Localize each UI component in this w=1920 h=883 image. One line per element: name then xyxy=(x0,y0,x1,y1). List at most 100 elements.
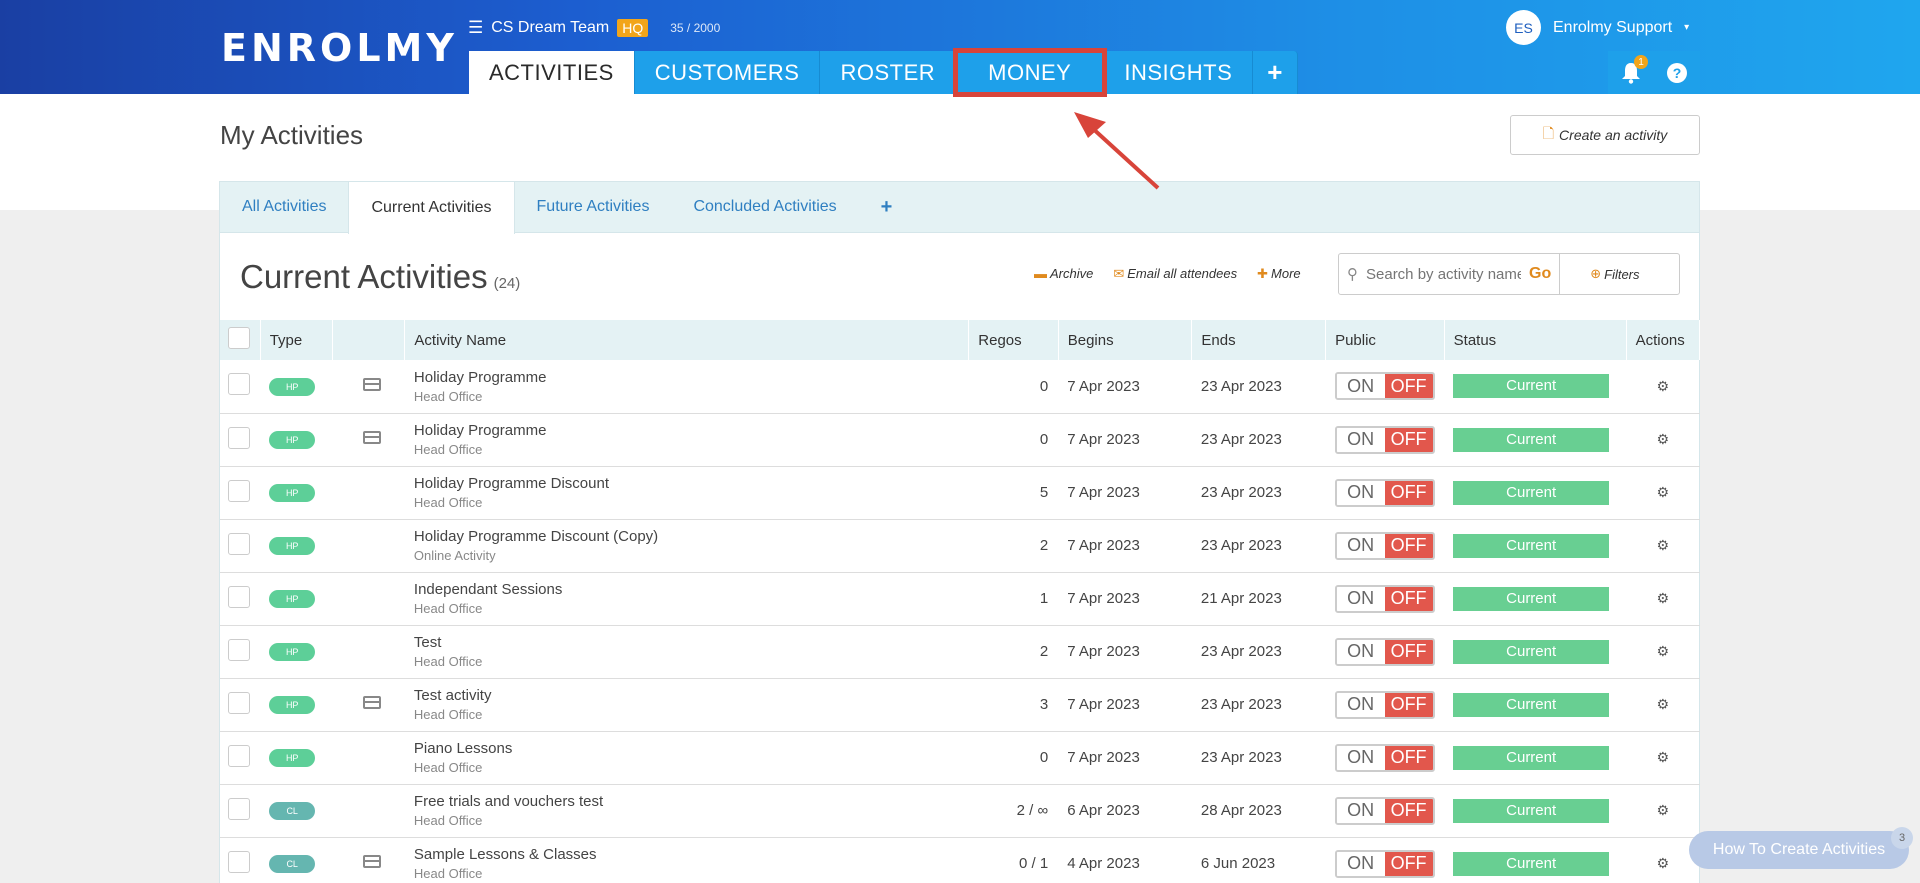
row-checkbox[interactable] xyxy=(228,532,250,555)
table-row[interactable]: HP Holiday Programme Head Office 0 7 Apr 202… xyxy=(220,360,1700,414)
subtab-all-activities[interactable]: All Activities xyxy=(220,182,348,232)
toggle-on-label[interactable]: ON xyxy=(1336,427,1385,452)
toggle-on-label[interactable]: ON xyxy=(1336,480,1385,505)
public-toggle[interactable]: ON OFF xyxy=(1334,796,1435,825)
tab-insights[interactable]: INSIGHTS xyxy=(1104,51,1254,94)
toggle-on-label[interactable]: ON xyxy=(1336,851,1385,876)
toggle-on-label[interactable]: ON xyxy=(1336,586,1385,611)
public-toggle[interactable]: ON OFF xyxy=(1334,743,1435,772)
toggle-on-label[interactable]: ON xyxy=(1336,639,1385,664)
gear-icon[interactable]: ⚙ xyxy=(1657,537,1670,553)
table-row[interactable]: HP Test Head Office 2 7 Apr 2023 23 Apr 2023 O… xyxy=(220,625,1700,679)
row-checkbox[interactable] xyxy=(228,744,250,767)
activity-name-link[interactable]: Holiday Programme xyxy=(414,422,960,439)
gear-icon[interactable]: ⚙ xyxy=(1657,590,1670,606)
column-header-type[interactable]: Type xyxy=(260,320,334,360)
help-widget-button[interactable]: How To Create Activities 3 xyxy=(1689,827,1913,869)
toggle-off-label[interactable]: OFF xyxy=(1384,480,1433,505)
activity-name-cell[interactable]: Piano Lessons Head Office xyxy=(404,731,969,785)
toggle-off-label[interactable]: OFF xyxy=(1384,851,1433,876)
toggle-off-label[interactable]: OFF xyxy=(1384,639,1433,664)
row-checkbox[interactable] xyxy=(228,585,250,608)
table-row[interactable]: HP Holiday Programme Discount (Copy) Onlin… xyxy=(220,519,1700,573)
toggle-off-label[interactable]: OFF xyxy=(1384,427,1433,452)
column-header-activity-name[interactable]: Activity Name xyxy=(404,320,970,360)
table-row[interactable]: HP Test activity Head Office 3 7 Apr 2023 23 … xyxy=(220,678,1700,732)
activity-name-link[interactable]: Sample Lessons & Classes xyxy=(414,846,960,863)
activity-name-cell[interactable]: Sample Lessons & Classes Head Office xyxy=(404,837,969,883)
gear-icon[interactable]: ⚙ xyxy=(1657,855,1670,871)
toggle-on-label[interactable]: ON xyxy=(1336,533,1385,558)
gear-icon[interactable]: ⚙ xyxy=(1657,431,1670,447)
column-header-public[interactable]: Public xyxy=(1325,320,1445,360)
public-toggle[interactable]: ON OFF xyxy=(1334,372,1435,401)
notifications-button[interactable]: 1 xyxy=(1608,51,1654,94)
toggle-off-label[interactable]: OFF xyxy=(1384,374,1433,399)
activity-name-link[interactable]: Holiday Programme xyxy=(414,369,960,386)
subtab-current-activities[interactable]: Current Activities xyxy=(348,182,515,234)
row-checkbox[interactable] xyxy=(228,426,250,449)
activity-name-link[interactable]: Test activity xyxy=(414,687,960,704)
toggle-on-label[interactable]: ON xyxy=(1336,692,1385,717)
table-row[interactable]: CL Sample Lessons & Classes Head Office 0 /… xyxy=(220,837,1700,883)
gear-icon[interactable]: ⚙ xyxy=(1657,696,1670,712)
row-checkbox[interactable] xyxy=(228,691,250,714)
toggle-off-label[interactable]: OFF xyxy=(1384,692,1433,717)
hamburger-menu-icon[interactable]: ☰ xyxy=(468,18,483,38)
gear-icon[interactable]: ⚙ xyxy=(1657,484,1670,500)
activity-name-cell[interactable]: Holiday Programme Head Office xyxy=(404,360,969,414)
public-toggle[interactable]: ON OFF xyxy=(1334,425,1435,454)
gear-icon[interactable]: ⚙ xyxy=(1657,378,1670,394)
public-toggle[interactable]: ON OFF xyxy=(1334,531,1435,560)
tab-roster[interactable]: ROSTER xyxy=(820,51,957,94)
add-tab-button[interactable]: + xyxy=(1253,51,1298,94)
public-toggle[interactable]: ON OFF xyxy=(1334,849,1435,878)
help-button[interactable]: ? xyxy=(1654,51,1700,94)
table-row[interactable]: HP Independant Sessions Head Office 1 7 Apr … xyxy=(220,572,1700,626)
gear-icon[interactable]: ⚙ xyxy=(1657,802,1670,818)
avatar[interactable]: ES xyxy=(1506,10,1541,45)
filters-button[interactable]: ⊕ Filters xyxy=(1559,254,1657,294)
enrolmy-logo[interactable]: ENROLMY xyxy=(221,26,458,70)
table-row[interactable]: CL Free trials and vouchers test Head Offi… xyxy=(220,784,1700,838)
gear-icon[interactable]: ⚙ xyxy=(1657,749,1670,765)
team-name[interactable]: CS Dream Team xyxy=(491,19,609,37)
subtab-concluded-activities[interactable]: Concluded Activities xyxy=(671,182,858,232)
toggle-on-label[interactable]: ON xyxy=(1336,374,1385,399)
table-row[interactable]: HP Piano Lessons Head Office 0 7 Apr 2023 23 … xyxy=(220,731,1700,785)
activity-name-cell[interactable]: Independant Sessions Head Office xyxy=(404,572,969,626)
select-all-checkbox[interactable] xyxy=(228,327,250,349)
row-checkbox[interactable] xyxy=(228,638,250,661)
column-header-regos[interactable]: Regos xyxy=(968,320,1059,360)
go-button[interactable]: Go xyxy=(1521,265,1559,283)
toggle-on-label[interactable]: ON xyxy=(1336,798,1385,823)
toggle-off-label[interactable]: OFF xyxy=(1384,798,1433,823)
public-toggle[interactable]: ON OFF xyxy=(1334,690,1435,719)
user-name[interactable]: Enrolmy Support xyxy=(1553,19,1672,37)
column-header-status[interactable]: Status xyxy=(1444,320,1627,360)
row-checkbox[interactable] xyxy=(228,479,250,502)
more-button[interactable]: ✚ More xyxy=(1257,266,1301,282)
user-menu[interactable]: ES Enrolmy Support ▾ xyxy=(1506,10,1689,45)
public-toggle[interactable]: ON OFF xyxy=(1334,478,1435,507)
public-toggle[interactable]: ON OFF xyxy=(1334,584,1435,613)
activity-name-link[interactable]: Free trials and vouchers test xyxy=(414,793,960,810)
activity-name-link[interactable]: Piano Lessons xyxy=(414,740,960,757)
email-all-button[interactable]: ✉ Email all attendees xyxy=(1113,266,1237,282)
activity-name-cell[interactable]: Free trials and vouchers test Head Office xyxy=(404,784,969,838)
row-checkbox[interactable] xyxy=(228,797,250,820)
tab-activities[interactable]: ACTIVITIES xyxy=(469,51,635,94)
chevron-down-icon[interactable]: ▾ xyxy=(1684,22,1689,33)
activity-name-cell[interactable]: Test Head Office xyxy=(404,625,969,679)
activity-name-link[interactable]: Test xyxy=(414,634,960,651)
subtab-future-activities[interactable]: Future Activities xyxy=(515,182,672,232)
column-header-begins[interactable]: Begins xyxy=(1058,320,1193,360)
table-row[interactable]: HP Holiday Programme Discount Head Office 5… xyxy=(220,466,1700,520)
column-header-ends[interactable]: Ends xyxy=(1191,320,1327,360)
activity-name-cell[interactable]: Holiday Programme Head Office xyxy=(404,413,969,467)
toggle-off-label[interactable]: OFF xyxy=(1384,586,1433,611)
create-activity-button[interactable]: 🗋 Create an activity xyxy=(1510,115,1700,155)
team-switcher[interactable]: ☰ CS Dream Team HQ 35 / 2000 xyxy=(468,18,720,38)
activity-name-cell[interactable]: Holiday Programme Discount (Copy) Online … xyxy=(404,519,969,573)
gear-icon[interactable]: ⚙ xyxy=(1657,643,1670,659)
